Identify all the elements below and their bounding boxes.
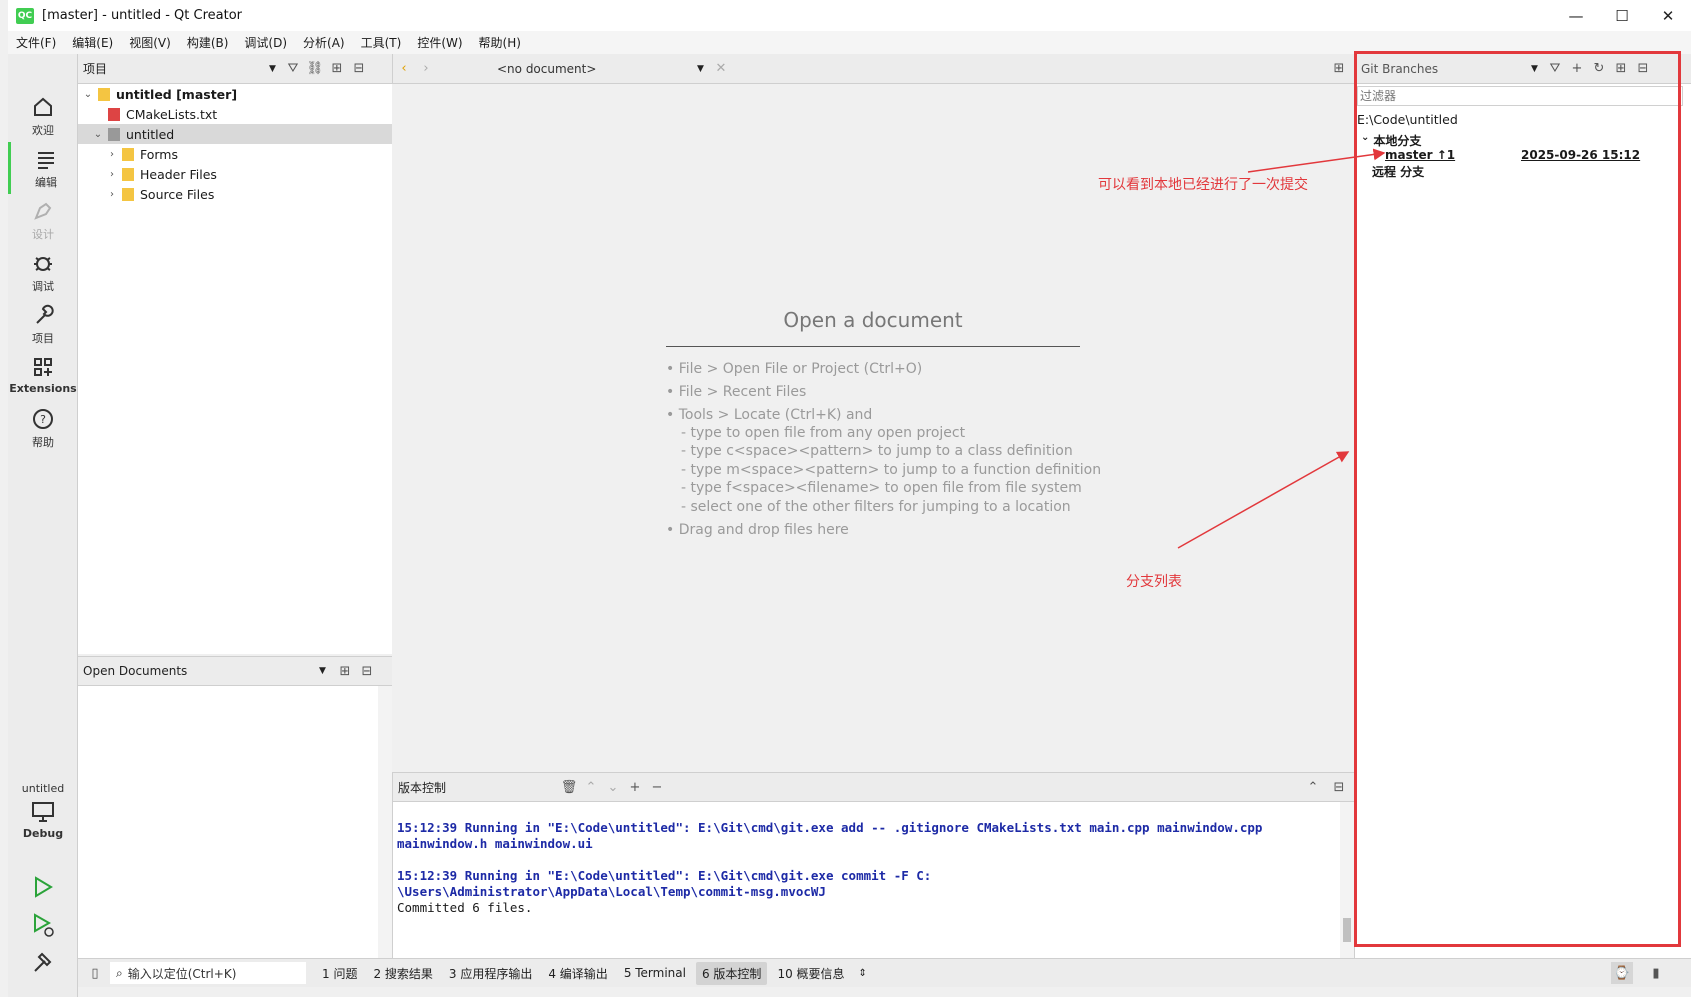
toggle-sidebar-icon[interactable]: ▯ (84, 962, 106, 984)
progress-icon[interactable]: ⌚ (1611, 962, 1633, 984)
annotation-arrows (1177, 148, 1386, 549)
annotation-arrow (1177, 451, 1350, 549)
search-icon: ⌕ (116, 965, 123, 980)
annotation-branch-list-note: 分支列表 (1126, 574, 1182, 590)
annotation-commit-note: 可以看到本地已经进行了一次提交 (1098, 177, 1308, 193)
locator-box[interactable]: ⌕ 输入以定位(Ctrl+K) (110, 962, 306, 984)
locator-placeholder: 输入以定位(Ctrl+K) (127, 966, 237, 981)
tab-general-messages[interactable]: 10 概要信息 (771, 962, 850, 985)
more-tabs-icon[interactable]: ⇕ (859, 968, 867, 979)
toggle-right-sidebar-icon[interactable]: ▮ (1645, 962, 1667, 984)
tab-compile-output[interactable]: 4 编译输出 (542, 962, 613, 985)
annotation-arrow (1247, 148, 1386, 173)
tab-terminal[interactable]: 5 Terminal (618, 963, 692, 983)
tab-search-results[interactable]: 2 搜索结果 (367, 962, 438, 985)
tab-version-control[interactable]: 6 版本控制 (695, 961, 768, 985)
tab-issues[interactable]: 1 问题 (316, 962, 363, 985)
status-bar: ▯ ⌕ 输入以定位(Ctrl+K) 1 问题 2 搜索结果 3 应用程序输出 4… (78, 958, 1691, 987)
tab-application-output[interactable]: 3 应用程序输出 (443, 962, 538, 985)
